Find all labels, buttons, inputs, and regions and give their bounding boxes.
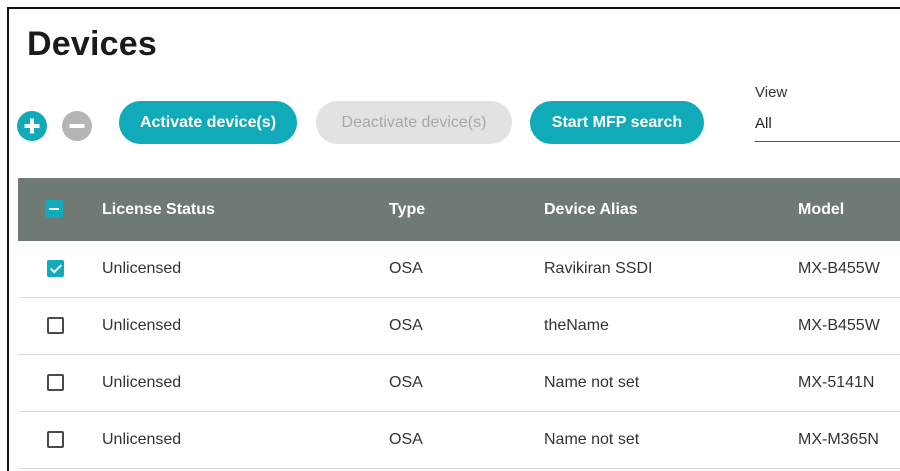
start-mfp-search-button[interactable]: Start MFP search (530, 101, 704, 144)
table-row[interactable]: Unlicensed OSA Ravikiran SSDI MX-B455W (18, 241, 900, 298)
table-row[interactable]: Unlicensed OSA Name not set MX-5141N (18, 355, 900, 412)
row-checkbox[interactable] (47, 317, 64, 334)
type-cell: OSA (389, 260, 423, 277)
minus-circle-icon[interactable] (62, 111, 92, 141)
deactivate-devices-button[interactable]: Deactivate device(s) (316, 101, 512, 144)
table-row[interactable]: Unlicensed OSA theName MX-B455W (18, 298, 900, 355)
view-select[interactable]: All (755, 112, 900, 142)
plus-circle-icon[interactable] (17, 111, 47, 141)
column-header-license-status[interactable]: License Status (102, 178, 215, 241)
type-cell: OSA (389, 374, 423, 391)
license-status-cell: Unlicensed (102, 374, 182, 391)
select-all-checkbox[interactable] (45, 200, 63, 218)
device-alias-cell: theName (544, 317, 609, 334)
view-selected-value: All (755, 115, 772, 132)
device-alias-cell: Ravikiran SSDI (544, 260, 653, 277)
type-cell: OSA (389, 317, 423, 334)
model-cell: MX-M365N (798, 431, 879, 448)
device-alias-cell: Name not set (544, 374, 640, 391)
column-header-device-alias[interactable]: Device Alias (544, 178, 638, 241)
license-status-cell: Unlicensed (102, 260, 182, 277)
license-status-cell: Unlicensed (102, 317, 182, 334)
row-checkbox[interactable] (47, 260, 64, 277)
model-cell: MX-5141N (798, 374, 875, 391)
activate-devices-button[interactable]: Activate device(s) (119, 101, 297, 144)
type-cell: OSA (389, 431, 423, 448)
devices-table: License Status Type Device Alias Model U… (18, 178, 900, 469)
model-cell: MX-B455W (798, 260, 880, 277)
page-title: Devices (27, 25, 157, 63)
column-header-type[interactable]: Type (389, 178, 425, 241)
column-header-model[interactable]: Model (798, 178, 844, 241)
license-status-cell: Unlicensed (102, 431, 182, 448)
row-checkbox[interactable] (47, 374, 64, 391)
table-header: License Status Type Device Alias Model (18, 178, 900, 241)
table-row[interactable]: Unlicensed OSA Name not set MX-M365N (18, 412, 900, 469)
model-cell: MX-B455W (798, 317, 880, 334)
device-alias-cell: Name not set (544, 431, 640, 448)
view-label: View (755, 84, 788, 101)
row-checkbox[interactable] (47, 431, 64, 448)
